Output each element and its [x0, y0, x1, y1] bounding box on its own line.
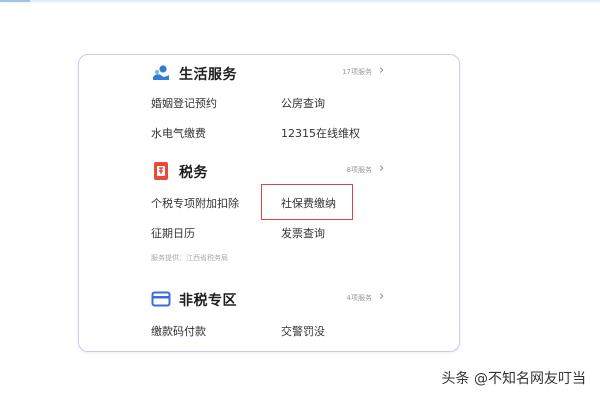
- top-divider-mark: [0, 0, 30, 2]
- card-icon: [151, 291, 171, 307]
- service-item-special-deduction[interactable]: 个税专项附加扣除: [151, 195, 239, 211]
- service-item-payment-code[interactable]: 缴款码付款: [151, 323, 206, 339]
- tax-icon: [154, 162, 168, 180]
- section-header-tax[interactable]: 税务 8项服务 ›: [79, 159, 459, 183]
- section-title: 税务: [179, 165, 208, 181]
- service-item-invoice-query[interactable]: 发票查询: [281, 225, 325, 241]
- service-count: 8项服务: [346, 166, 372, 174]
- chevron-right-icon[interactable]: ›: [379, 63, 384, 78]
- section-header-non-tax[interactable]: 非税专区 4项服务 ›: [79, 287, 459, 311]
- service-item-public-housing-query[interactable]: 公房查询: [281, 95, 325, 111]
- service-item-utilities-payment[interactable]: 水电气缴费: [151, 125, 206, 141]
- service-count: 4项服务: [346, 294, 372, 302]
- service-provider-note: 服务提供：江西省税务局: [151, 254, 228, 262]
- top-divider: [0, 0, 600, 4]
- life-service-icon: [153, 65, 169, 80]
- service-count: 17项服务: [342, 68, 372, 76]
- service-item-marriage-registration[interactable]: 婚姻登记预约: [151, 95, 217, 111]
- service-card: 生活服务 17项服务 › 婚姻登记预约 公房查询 水电气缴费 12315在线维权…: [78, 54, 460, 352]
- watermark: 头条 @不知名网友叮当: [441, 371, 586, 387]
- service-item-tax-calendar[interactable]: 征期日历: [151, 225, 195, 241]
- service-item-12315-rights[interactable]: 12315在线维权: [281, 125, 360, 141]
- chevron-right-icon[interactable]: ›: [379, 289, 384, 304]
- service-item-traffic-fines[interactable]: 交警罚没: [281, 323, 325, 339]
- section-title: 生活服务: [179, 67, 237, 83]
- highlight-box: [261, 184, 353, 220]
- section-header-life-services[interactable]: 生活服务 17项服务 ›: [79, 61, 459, 85]
- chevron-right-icon[interactable]: ›: [379, 161, 384, 176]
- section-title: 非税专区: [179, 293, 237, 309]
